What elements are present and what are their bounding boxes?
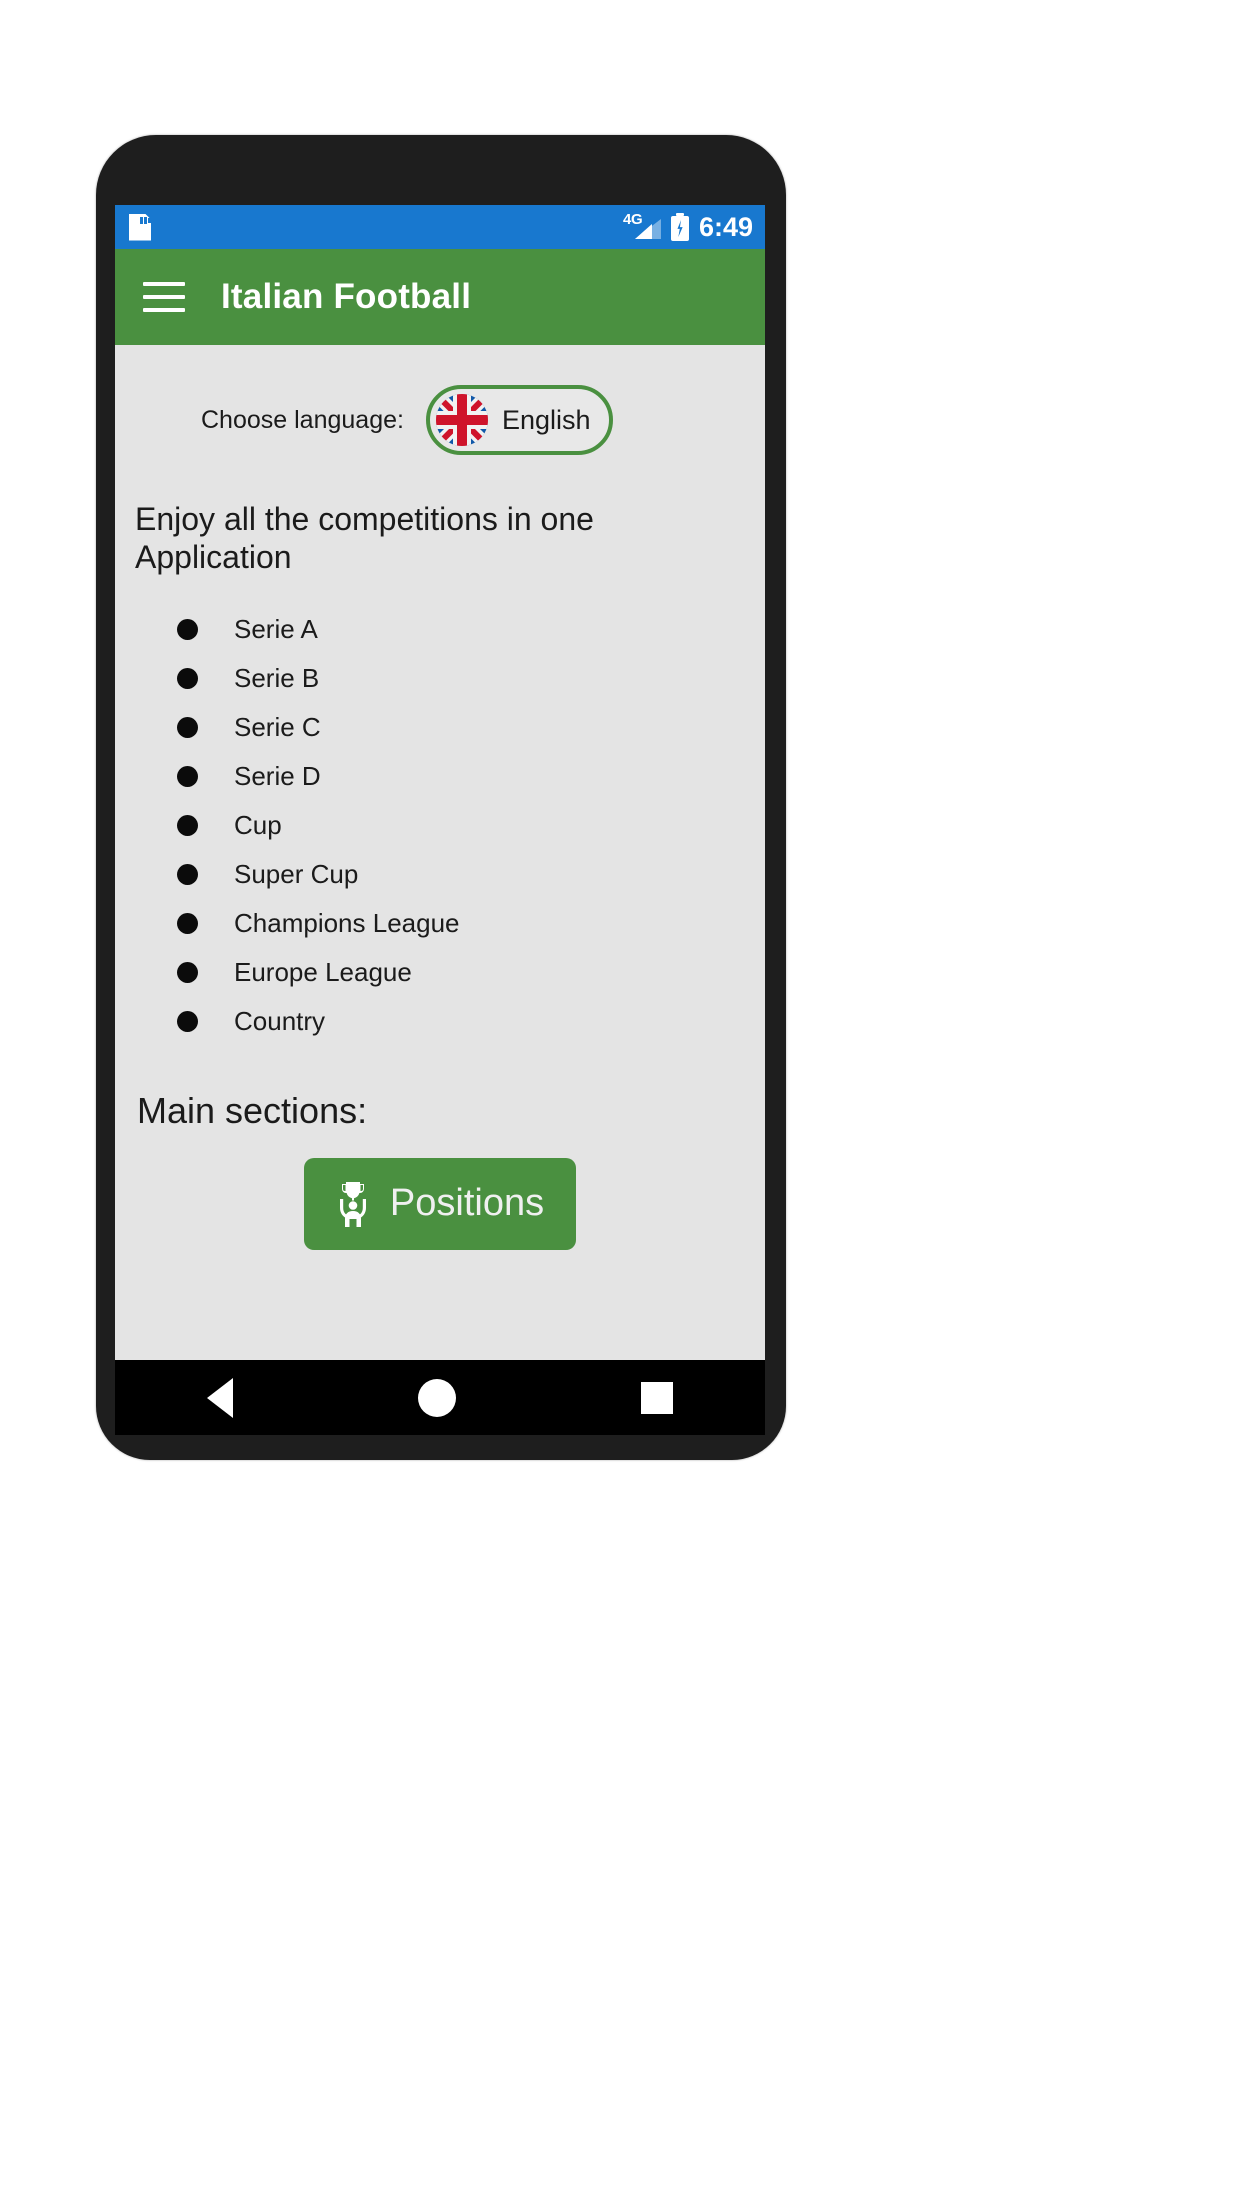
signal-bars-icon: 4G <box>622 211 661 241</box>
network-type-label: 4G <box>622 211 643 228</box>
phone-screen: 4G 6:49 Italian Football Choose language… <box>115 205 765 1360</box>
list-item-label: Serie C <box>234 711 321 742</box>
competition-list: Serie A Serie B Serie C Serie D Cup Supe… <box>115 605 765 1046</box>
list-item-label: Serie D <box>234 760 321 791</box>
hamburger-menu-icon[interactable] <box>143 282 185 312</box>
uk-flag-icon <box>435 394 488 446</box>
trophy-winner-icon: 1 <box>339 1181 366 1227</box>
list-item-label: Cup <box>234 809 282 840</box>
choose-language-label: Choose language: <box>201 405 404 434</box>
list-item: Europe League <box>177 948 765 997</box>
list-item: Serie C <box>177 703 765 752</box>
bullet-dot-icon <box>177 814 198 836</box>
home-circle-icon[interactable] <box>417 1378 456 1417</box>
list-item-label: Super Cup <box>234 858 359 889</box>
list-item: Serie D <box>177 752 765 801</box>
list-item: Cup <box>177 801 765 850</box>
sd-card-icon <box>129 213 151 241</box>
positions-button-label: Positions <box>389 1182 545 1224</box>
main-sections-title: Main sections: <box>137 1089 368 1131</box>
language-row: Choose language: English <box>115 385 765 455</box>
list-item-label: Serie B <box>234 662 320 693</box>
list-item: Champions League <box>177 899 765 948</box>
bullet-dot-icon <box>177 863 198 885</box>
bullet-dot-icon <box>177 1010 198 1032</box>
status-bar-clock: 6:49 <box>698 211 753 242</box>
status-bar-right: 4G 6:49 <box>622 211 753 243</box>
list-item: Super Cup <box>177 850 765 899</box>
bullet-dot-icon <box>177 912 198 934</box>
back-triangle-icon[interactable] <box>207 1377 234 1418</box>
language-selected-label: English <box>501 404 591 435</box>
list-item-label: Champions League <box>234 907 460 938</box>
language-selector-button[interactable]: English <box>425 385 613 455</box>
list-item: Serie B <box>177 654 765 703</box>
status-bar-left <box>129 213 151 241</box>
main-content: Choose language: English Enjoy all the c… <box>115 345 765 1360</box>
bullet-dot-icon <box>177 618 198 640</box>
list-item: Country <box>177 997 765 1046</box>
positions-button[interactable]: 1 Positions <box>304 1157 576 1250</box>
bullet-dot-icon <box>177 667 198 689</box>
list-item: Serie A <box>177 605 765 654</box>
android-nav-bar <box>115 1360 765 1435</box>
intro-heading: Enjoy all the competitions in one Applic… <box>135 501 594 575</box>
bullet-dot-icon <box>177 716 198 738</box>
list-item-label: Europe League <box>234 956 412 987</box>
bullet-dot-icon <box>177 961 198 983</box>
svg-text:1: 1 <box>350 1183 355 1193</box>
bullet-dot-icon <box>177 765 198 787</box>
list-item-label: Serie A <box>234 613 318 644</box>
list-item-label: Country <box>234 1005 326 1036</box>
page-title: Italian Football <box>221 277 472 316</box>
battery-charging-icon <box>670 213 689 241</box>
app-bar: Italian Football <box>115 249 765 345</box>
status-bar: 4G 6:49 <box>115 205 765 249</box>
recents-square-icon[interactable] <box>640 1381 673 1414</box>
